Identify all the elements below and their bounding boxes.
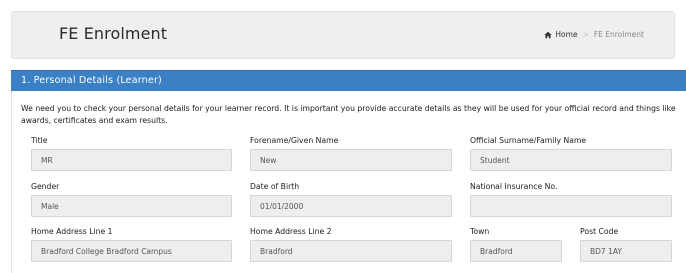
postcode-field[interactable]: BD7 1AY — [580, 240, 672, 262]
town-field[interactable]: Bradford — [470, 240, 562, 262]
surname-label: Official Surname/Family Name — [470, 136, 587, 145]
address2-label: Home Address Line 2 — [250, 227, 332, 236]
forename-field[interactable]: New — [250, 149, 452, 171]
page-title: FE Enrolment — [59, 24, 168, 43]
postcode-label: Post Code — [580, 227, 619, 236]
address1-field[interactable]: Bradford College Bradford Campus — [31, 240, 232, 262]
breadcrumb-home-link[interactable]: Home — [555, 30, 577, 39]
title-field[interactable]: MR — [31, 149, 232, 171]
intro-text: We need you to check your personal detai… — [21, 104, 676, 125]
title-label: Title — [31, 136, 48, 145]
surname-field[interactable]: Student — [470, 149, 672, 171]
dob-label: Date of Birth — [250, 182, 300, 191]
town-label: Town — [470, 227, 490, 236]
ni-label: National Insurance No. — [470, 182, 558, 191]
breadcrumb-current: FE Enrolment — [593, 30, 644, 39]
address2-field[interactable]: Bradford — [250, 240, 452, 262]
section-header: 1. Personal Details (Learner) — [11, 70, 686, 91]
ni-field[interactable] — [470, 195, 672, 217]
section-title: 1. Personal Details (Learner) — [21, 75, 162, 86]
page-header: FE Enrolment Home > FE Enrolment — [11, 11, 675, 59]
breadcrumb-separator: > — [582, 30, 589, 39]
breadcrumb: Home > FE Enrolment — [544, 30, 644, 39]
home-icon[interactable] — [544, 31, 553, 39]
gender-label: Gender — [31, 182, 60, 191]
gender-field[interactable]: Male — [31, 195, 232, 217]
dob-field[interactable]: 01/01/2000 — [250, 195, 452, 217]
address1-label: Home Address Line 1 — [31, 227, 113, 236]
forename-label: Forename/Given Name — [250, 136, 339, 145]
